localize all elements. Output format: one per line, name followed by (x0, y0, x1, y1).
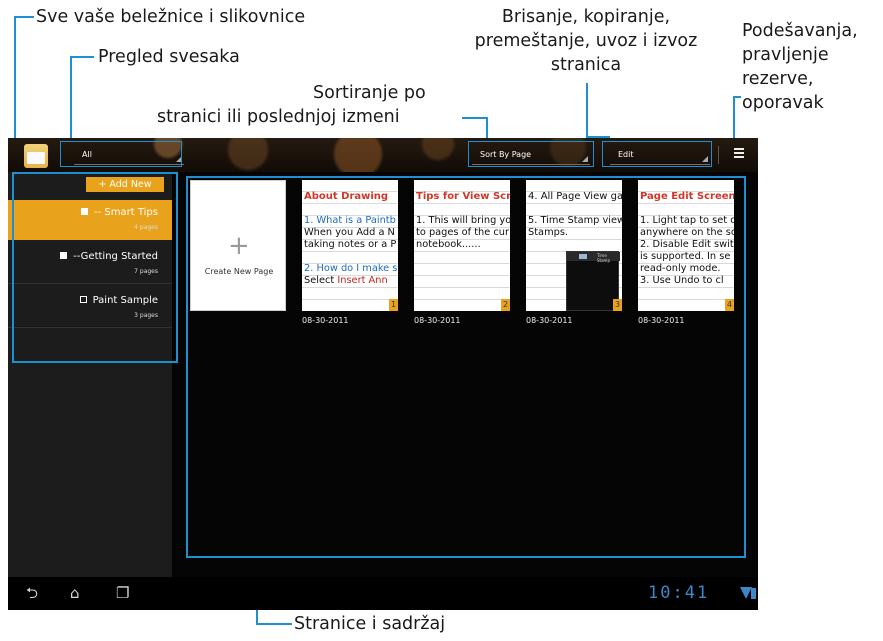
overflow-menu-icon[interactable] (734, 148, 744, 158)
annotation-settings-line-4: oporavak (742, 93, 824, 113)
leader-line (70, 56, 72, 144)
leader-line (70, 56, 94, 58)
system-bar: ⮌ ⌂ ❐ 10:41 (8, 577, 758, 610)
back-icon[interactable]: ⮌ (26, 585, 38, 601)
clock: 10:41 (648, 583, 710, 603)
annotation-sort-line-1: Sortiranje po (313, 83, 426, 103)
battery-icon (751, 588, 756, 599)
highlight-edit (602, 141, 712, 167)
leader-line (462, 117, 488, 119)
highlight-sort (468, 141, 594, 167)
recent-apps-icon[interactable]: ❐ (116, 585, 129, 601)
leader-line (14, 16, 34, 18)
annotation-all-notebooks: Sve vaše beležnice i slikovnice (36, 7, 306, 27)
leader-line (733, 96, 735, 144)
menu-divider (718, 146, 719, 164)
annotation-sort-line-2: stranici ili poslednjoj izmeni (157, 107, 400, 127)
annotation-settings-line-2: pravljenje (742, 45, 829, 65)
annotation-edit-line-3: stranica (550, 55, 622, 75)
annotation-pages-content: Stranice i sadržaj (294, 614, 446, 634)
annotation-notebook-overview: Pregled svesaka (98, 47, 240, 67)
home-icon[interactable]: ⌂ (70, 585, 80, 601)
app-notebook-icon[interactable] (24, 144, 48, 168)
annotation-settings-line-1: Podešavanja, (742, 21, 858, 41)
annotation-edit-line-2: premeštanje, uvoz i izvoz (474, 31, 698, 51)
highlight-notebook-list (12, 172, 178, 363)
annotation-edit-line-1: Brisanje, kopiranje, (501, 7, 671, 27)
highlight-filter (60, 141, 182, 167)
leader-line (256, 623, 292, 625)
highlight-pages-area (186, 176, 746, 558)
annotation-settings-line-3: rezerve, (742, 69, 814, 89)
